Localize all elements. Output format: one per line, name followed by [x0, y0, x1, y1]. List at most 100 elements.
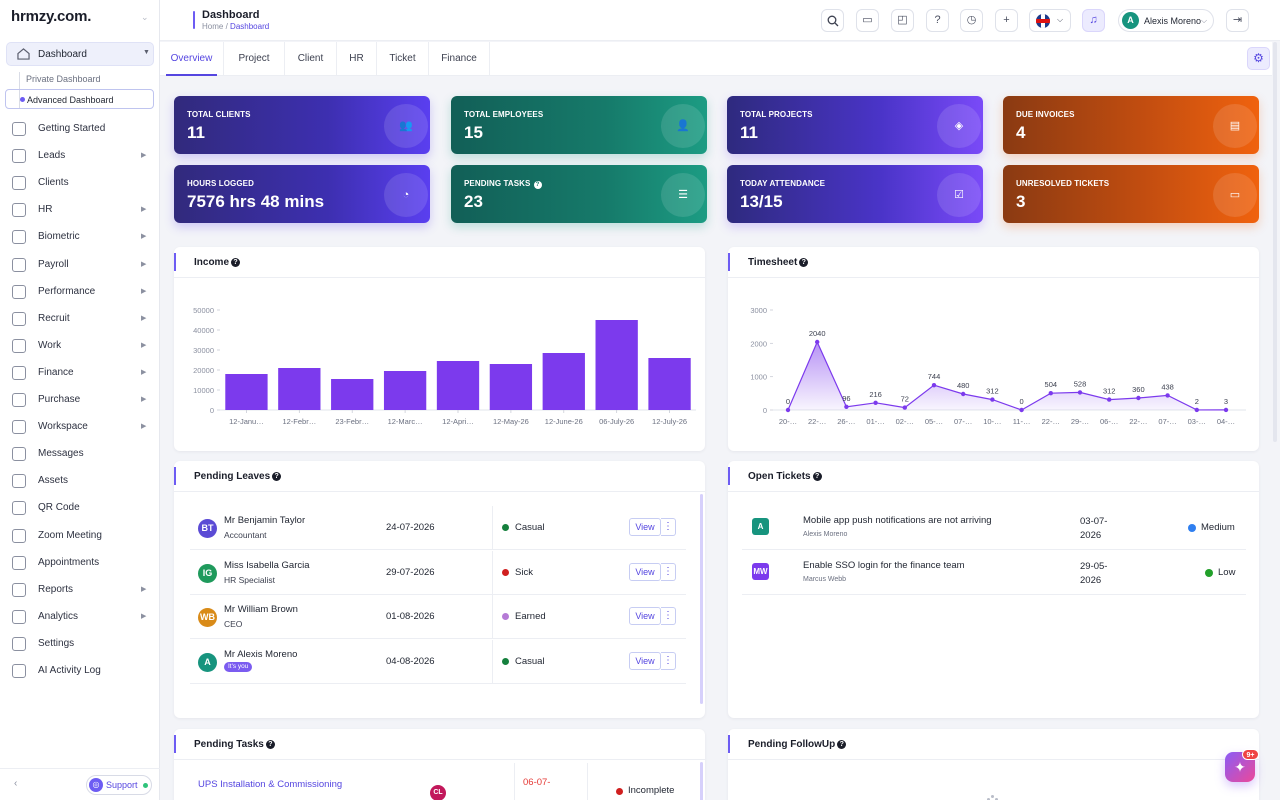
search-button[interactable]: [821, 9, 844, 32]
tab-overview[interactable]: Overview: [160, 42, 224, 76]
tab-client[interactable]: Client: [285, 42, 337, 76]
kpi-total-clients[interactable]: TOTAL CLIENTS 11 👥: [174, 96, 430, 154]
employee-name[interactable]: Miss Isabella Garcia: [224, 560, 310, 571]
kpi-hours-logged[interactable]: HOURS LOGGED 7576 hrs 48 mins ◔: [174, 165, 430, 223]
leaves-scrollbar[interactable]: [700, 494, 703, 704]
sidebar-item-assets[interactable]: Assets: [12, 472, 154, 490]
sidebar-item-biometric[interactable]: Biometric ▶: [12, 228, 154, 246]
more-options-icon[interactable]: ⋮: [661, 518, 676, 536]
leave-type-dot: [502, 657, 509, 665]
kpi-total-employees[interactable]: TOTAL EMPLOYEES 15 👤: [451, 96, 707, 154]
employee-name[interactable]: Mr Benjamin Taylor: [224, 515, 305, 526]
add-button[interactable]: +: [995, 9, 1018, 32]
sidebar-item-finance[interactable]: Finance ▶: [12, 364, 154, 382]
help-icon[interactable]: ?: [533, 181, 542, 189]
kpi-today-attendance[interactable]: TODAY ATTENDANCE 13/15 ☑: [727, 165, 983, 223]
sidebar-item-reports[interactable]: Reports ▶: [12, 581, 154, 599]
tab-ticket[interactable]: Ticket: [377, 42, 429, 76]
sidebar-item-performance[interactable]: Performance ▶: [12, 283, 154, 301]
tab-project[interactable]: Project: [224, 42, 285, 76]
sidebar-item-clients[interactable]: Clients: [12, 174, 154, 192]
sidebar-item-getting-started[interactable]: Getting Started: [12, 120, 154, 138]
data-label: 312: [986, 387, 999, 396]
help-icon[interactable]: ?: [265, 740, 275, 749]
avatar: A: [752, 518, 769, 535]
tab-hr[interactable]: HR: [337, 42, 377, 76]
timesheet-point: [1223, 407, 1229, 413]
caret-right-icon: ▶: [141, 206, 147, 214]
timer-icon: ◷: [966, 14, 977, 26]
view-button[interactable]: View: [629, 518, 661, 536]
breadcrumb-home[interactable]: Home: [202, 22, 223, 31]
kpi-due-invoices[interactable]: DUE INVOICES 4 ▤: [1003, 96, 1259, 154]
sidebar-item-appointments[interactable]: Appointments: [12, 554, 154, 572]
kpi-label: DUE INVOICES: [1016, 110, 1075, 119]
ticket-subject[interactable]: Enable SSO login for the finance team: [803, 560, 965, 571]
sidebar-item-hr[interactable]: HR ▶: [12, 201, 154, 219]
calendar-icon: ▭: [862, 14, 873, 26]
tab-finance[interactable]: Finance: [429, 42, 490, 76]
view-button[interactable]: View: [629, 607, 661, 625]
more-options-icon[interactable]: ⋮: [661, 607, 676, 625]
sidebar-subitem-private-dashboard[interactable]: Private Dashboard: [26, 74, 101, 84]
support-button[interactable]: ◎ Support: [86, 775, 152, 795]
page-scrollbar[interactable]: [1273, 42, 1277, 442]
view-button[interactable]: View: [629, 651, 661, 670]
dashboard-settings-button[interactable]: ⚙: [1247, 47, 1270, 70]
sidebar-item-work[interactable]: Work ▶: [12, 337, 154, 355]
sidebar-item-recruit[interactable]: Recruit ▶: [12, 310, 154, 328]
sidebar-subitem-advanced-dashboard[interactable]: Advanced Dashboard: [5, 89, 154, 109]
view-button[interactable]: View: [629, 562, 661, 581]
x-tick-label: 22-…: [1129, 417, 1147, 426]
brand-logo[interactable]: hrmzy.com.: [11, 8, 91, 25]
task-title-link[interactable]: UPS Installation & Commissioning: [198, 779, 342, 790]
x-tick-label: 11-…: [1013, 417, 1031, 426]
ticket-row[interactable]: MW Enable SSO login for the finance team M…: [742, 550, 1246, 595]
more-options-icon[interactable]: ⋮: [661, 562, 676, 581]
language-select[interactable]: ⌵: [1029, 9, 1071, 32]
title-accent: [193, 11, 195, 29]
sidebar-item-messages[interactable]: Messages: [12, 445, 154, 463]
help-icon[interactable]: ?: [837, 740, 847, 749]
y-tick-label: 0: [763, 406, 767, 415]
kpi-pending-tasks[interactable]: PENDING TASKS? 23 ☰: [451, 165, 707, 223]
more-options-icon[interactable]: ⋮: [661, 651, 676, 670]
timer-button[interactable]: ◷: [960, 9, 983, 32]
collapse-icon[interactable]: ‹: [14, 778, 17, 789]
user-menu[interactable]: A Alexis Moreno ⌵: [1118, 9, 1214, 32]
notifications-button[interactable]: ♫: [1082, 9, 1105, 32]
employee-name[interactable]: Mr William Brown: [224, 604, 298, 615]
timesheet-point: [990, 397, 995, 402]
logout-button[interactable]: ⇥: [1226, 9, 1249, 32]
sidebar-item-workspace[interactable]: Workspace ▶: [12, 418, 154, 436]
kpi-total-projects[interactable]: TOTAL PROJECTS 11 ◈: [727, 96, 983, 154]
ticket-subject[interactable]: Mobile app push notifications are not ar…: [803, 515, 992, 526]
table-row: BT Mr Benjamin Taylor Accountant 24-07-2026…: [190, 506, 686, 550]
y-tick-label: 0: [210, 406, 214, 415]
y-tick-label: 20000: [193, 366, 214, 375]
employee-name[interactable]: Mr Alexis Moreno: [224, 649, 297, 660]
notes-button[interactable]: ◰: [891, 9, 914, 32]
task-status: Incomplete: [628, 785, 675, 796]
help-icon[interactable]: ?: [272, 472, 282, 481]
help-icon[interactable]: ?: [812, 472, 822, 481]
ticket-row[interactable]: A Mobile app push notifications are not a…: [742, 505, 1246, 550]
calendar-button[interactable]: ▭: [856, 9, 879, 32]
tasks-scrollbar[interactable]: [700, 762, 703, 800]
sidebar-item-dashboard[interactable]: Dashboard ▼: [6, 42, 154, 66]
leave-type: Sick: [515, 566, 533, 578]
kpi-label: TOTAL EMPLOYEES: [464, 110, 544, 119]
clients-icon: [12, 176, 26, 191]
recruit-icon: [12, 311, 26, 326]
sidebar-item-leads[interactable]: Leads ▶: [12, 147, 154, 165]
sidebar-item-payroll[interactable]: Payroll ▶: [12, 256, 154, 274]
sidebar-item-purchase[interactable]: Purchase ▶: [12, 391, 154, 409]
sidebar-item-zoom-meeting[interactable]: Zoom Meeting: [12, 527, 154, 545]
sidebar-item-settings[interactable]: Settings: [12, 635, 154, 653]
help-button[interactable]: ?: [926, 9, 949, 32]
kpi-unresolved-tickets[interactable]: UNRESOLVED TICKETS 3 ▭: [1003, 165, 1259, 223]
sidebar-item-analytics[interactable]: Analytics ▶: [12, 608, 154, 626]
sidebar-toggle-icon[interactable]: ⌄: [141, 12, 151, 22]
sidebar-item-ai-activity-log[interactable]: AI Activity Log: [12, 662, 154, 680]
sidebar-item-qr-code[interactable]: QR Code: [12, 499, 154, 517]
